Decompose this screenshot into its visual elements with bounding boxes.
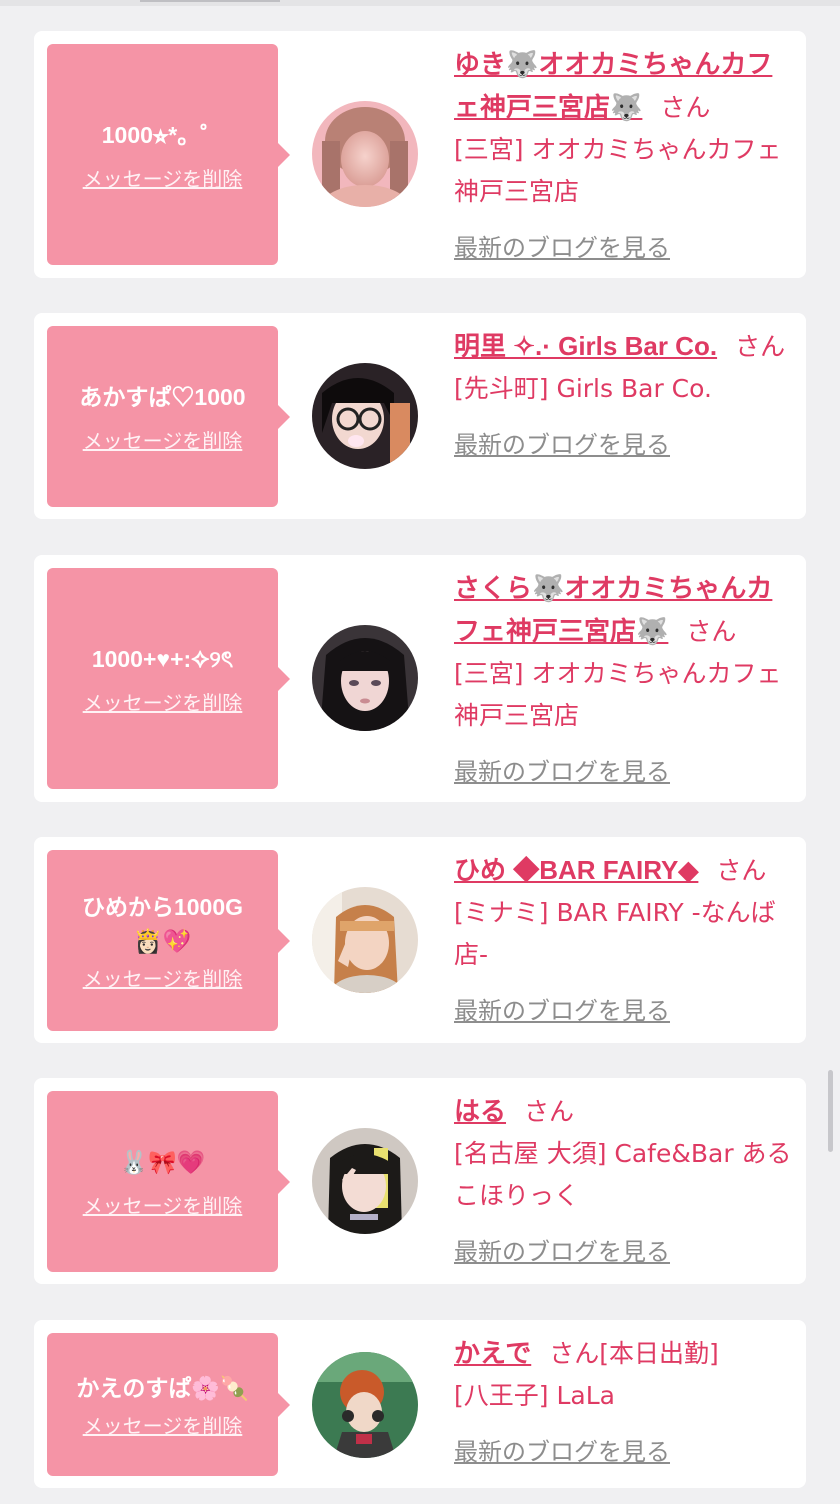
cast-name-link[interactable]: かえで — [454, 1338, 531, 1368]
message-card: ひめから1000G 👸🏻💖 メッセージを削除 ひめ ◆BAR FAIRY◆ さん … — [34, 837, 806, 1043]
avatar[interactable] — [312, 887, 418, 993]
latest-blog-link[interactable]: 最新のブログを見る — [454, 1431, 794, 1473]
shop-info: [八王子] LaLa — [454, 1381, 615, 1410]
message-text: あかすぱ♡1000 — [79, 383, 246, 410]
message-card: 🐰🎀💗 メッセージを削除 はる さん [名古屋 大須] Cafe&Bar あるこほ… — [34, 1078, 806, 1284]
message-card: あかすぱ♡1000 メッセージを削除 明里 ✧.· Girls Bar Co. さ… — [34, 313, 806, 519]
message-bubble: あかすぱ♡1000 メッセージを削除 — [47, 326, 290, 507]
shop-info: [三宮] オオカミちゃんカフェ神戸三宮店 — [454, 659, 782, 730]
avatar[interactable] — [312, 625, 418, 731]
top-strip — [0, 0, 840, 6]
message-text: 1000⭐︎*。゜ — [101, 121, 224, 148]
message-text: ひめから1000G — [81, 893, 244, 920]
scrollbar[interactable] — [828, 1070, 833, 1152]
cast-info: かえで さん[本日出勤] [八王子] LaLa 最新のブログを見る — [454, 1332, 794, 1473]
avatar[interactable] — [312, 101, 418, 207]
delete-message-link[interactable]: メッセージを削除 — [83, 428, 243, 454]
latest-blog-link[interactable]: 最新のブログを見る — [454, 990, 794, 1032]
message-bubble: 1000+♥+:✧୨ৎ メッセージを削除 — [47, 568, 290, 789]
delete-message-link[interactable]: メッセージを削除 — [83, 690, 243, 716]
cast-name-link[interactable]: 明里 ✧.· Girls Bar Co. — [454, 331, 717, 361]
cast-name-link[interactable]: はる — [454, 1096, 506, 1126]
avatar[interactable] — [312, 1128, 418, 1234]
message-text: 🐰🎀💗 — [119, 1148, 206, 1175]
message-bubble: かえのすぱ🌸🍡 メッセージを削除 — [47, 1333, 290, 1476]
cast-name-link[interactable]: ひめ ◆BAR FAIRY◆ — [454, 855, 698, 885]
shop-info: [名古屋 大須] Cafe&Bar あるこほりっく — [454, 1139, 792, 1210]
cast-name-link[interactable]: ゆき🐺オオカミちゃんカフェ神戸三宮店🐺 — [454, 49, 772, 122]
message-card: 1000+♥+:✧୨ৎ メッセージを削除 さくら🐺オオカミちゃんカフェ神戸三宮店… — [34, 555, 806, 802]
avatar[interactable] — [312, 363, 418, 469]
avatar[interactable] — [312, 1352, 418, 1458]
latest-blog-link[interactable]: 最新のブログを見る — [454, 751, 794, 793]
message-text: かえのすぱ🌸🍡 — [76, 1374, 249, 1401]
shop-info: [ミナミ] BAR FAIRY -なんば店- — [454, 898, 776, 969]
honorific: さん — [686, 617, 737, 646]
honorific: さん — [549, 1339, 600, 1368]
tab-indicator — [140, 0, 280, 2]
honorific: さん — [524, 1097, 575, 1126]
cast-info: ゆき🐺オオカミちゃんカフェ神戸三宮店🐺 さん [三宮] オオカミちゃんカフェ神戸三… — [454, 43, 794, 269]
honorific: さん — [735, 332, 786, 361]
delete-message-link[interactable]: メッセージを削除 — [83, 1413, 243, 1439]
delete-message-link[interactable]: メッセージを削除 — [83, 1193, 243, 1219]
message-card: かえのすぱ🌸🍡 メッセージを削除 かえで さん[本日出勤] [八王子] LaLa … — [34, 1320, 806, 1488]
message-bubble: 🐰🎀💗 メッセージを削除 — [47, 1091, 290, 1272]
cast-info: 明里 ✧.· Girls Bar Co. さん [先斗町] Girls Bar C… — [454, 325, 794, 466]
latest-blog-link[interactable]: 最新のブログを見る — [454, 1231, 794, 1273]
delete-message-link[interactable]: メッセージを削除 — [83, 166, 243, 192]
cast-info: ひめ ◆BAR FAIRY◆ さん [ミナミ] BAR FAIRY -なんば店- … — [454, 849, 794, 1032]
shop-info: [三宮] オオカミちゃんカフェ神戸三宮店 — [454, 135, 782, 206]
delete-message-link[interactable]: メッセージを削除 — [83, 966, 243, 992]
honorific: さん — [716, 856, 767, 885]
latest-blog-link[interactable]: 最新のブログを見る — [454, 227, 794, 269]
message-card: 1000⭐︎*。゜ メッセージを削除 ゆき🐺オオカミちゃんカフェ神戸三宮店🐺 さん… — [34, 31, 806, 278]
working-today-badge: [本日出勤] — [599, 1339, 719, 1368]
latest-blog-link[interactable]: 最新のブログを見る — [454, 424, 794, 466]
message-text-line2: 👸🏻💖 — [133, 927, 192, 954]
message-bubble: ひめから1000G 👸🏻💖 メッセージを削除 — [47, 850, 290, 1031]
cast-info: さくら🐺オオカミちゃんカフェ神戸三宮店🐺 さん [三宮] オオカミちゃんカフェ神戸… — [454, 567, 794, 793]
message-bubble: 1000⭐︎*。゜ メッセージを削除 — [47, 44, 290, 265]
shop-info: [先斗町] Girls Bar Co. — [454, 374, 712, 403]
cast-info: はる さん [名古屋 大須] Cafe&Bar あるこほりっく 最新のブログを見る — [454, 1090, 794, 1273]
honorific: さん — [660, 93, 711, 122]
message-text: 1000+♥+:✧୨ৎ — [91, 645, 234, 672]
